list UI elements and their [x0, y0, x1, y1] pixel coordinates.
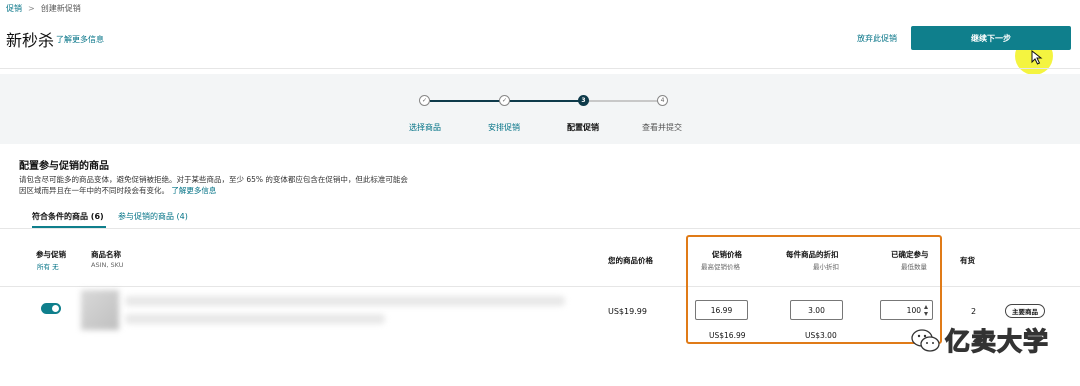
your-price: US$19.99 — [608, 307, 647, 316]
step-3-indicator: 3 — [578, 95, 589, 106]
column-in-stock: 有货 — [960, 256, 975, 265]
product-thumbnail — [81, 290, 119, 330]
stock-count: 2 — [971, 307, 977, 316]
page-title: 新秒杀 — [6, 31, 55, 50]
continue-button[interactable]: 继续下一步 — [911, 26, 1071, 50]
section-description-line-1: 请包含尽可能多的商品变体，避免促销被拒绝。对于某些商品，至少 65% 的变体都应… — [19, 175, 408, 184]
column-product-name-sub: ASIN, SKU — [91, 261, 124, 269]
stepper-track-3 — [587, 100, 662, 102]
learn-more-link[interactable]: 了解更多信息 — [56, 34, 104, 45]
section-learn-more-link[interactable]: 了解更多信息 — [171, 186, 216, 195]
tab-eligible-products[interactable]: 符合条件的商品 (6) — [32, 211, 104, 222]
step-4-label: 查看并提交 — [642, 123, 682, 132]
breadcrumb: 促销 > 创建新促销 — [6, 3, 81, 14]
step-2-label[interactable]: 安排促销 — [469, 122, 539, 133]
wechat-icon — [911, 329, 940, 352]
main-product-badge: 主要商品 — [1005, 304, 1045, 318]
product-sku-blurred — [125, 314, 385, 324]
participate-toggle[interactable] — [41, 303, 61, 314]
column-participate: 参与促销 — [36, 250, 66, 259]
abandon-promotion-link[interactable]: 放弃此促销 — [857, 33, 897, 44]
highlight-box — [686, 235, 942, 344]
step-1-check-icon[interactable]: ✓ — [419, 95, 430, 106]
step-3-label: 配置促销 — [567, 123, 599, 132]
breadcrumb-separator: > — [28, 4, 35, 13]
select-all-link[interactable]: 所有 — [37, 263, 50, 271]
column-your-price: 您的商品价格 — [608, 256, 653, 265]
stepper-track-1 — [430, 100, 504, 102]
column-product-name: 商品名称 — [91, 250, 121, 259]
breadcrumb-root-link[interactable]: 促销 — [6, 3, 22, 14]
step-4-indicator: 4 — [657, 95, 668, 106]
mouse-cursor-icon — [1031, 50, 1043, 65]
product-title-blurred — [125, 296, 565, 306]
tab-participating-products[interactable]: 参与促销的商品 (4) — [118, 211, 188, 222]
select-none-link[interactable]: 无 — [52, 263, 59, 271]
section-description-text: 因区域而异且在一年中的不同时段会有变化。 — [19, 185, 169, 195]
stepper-track-2 — [509, 100, 583, 102]
header-divider — [0, 68, 1080, 69]
step-1-label[interactable]: 选择商品 — [390, 122, 460, 133]
stepper-band — [0, 74, 1080, 144]
section-description: 请包含尽可能多的商品变体，避免促销被拒绝。对于某些商品，至少 65% 的变体都应… — [19, 175, 439, 196]
toggle-knob — [52, 305, 59, 312]
participate-select-links: 所有 无 — [37, 261, 59, 271]
breadcrumb-current: 创建新促销 — [40, 4, 81, 13]
step-2-check-icon[interactable]: ✓ — [499, 95, 510, 106]
section-title: 配置参与促销的商品 — [19, 161, 109, 172]
section-description-line-2: 因区域而异且在一年中的不同时段会有变化。 了解更多信息 — [19, 186, 439, 197]
tabs-divider — [0, 228, 1080, 229]
watermark-text: 亿卖大学 — [944, 326, 1050, 356]
